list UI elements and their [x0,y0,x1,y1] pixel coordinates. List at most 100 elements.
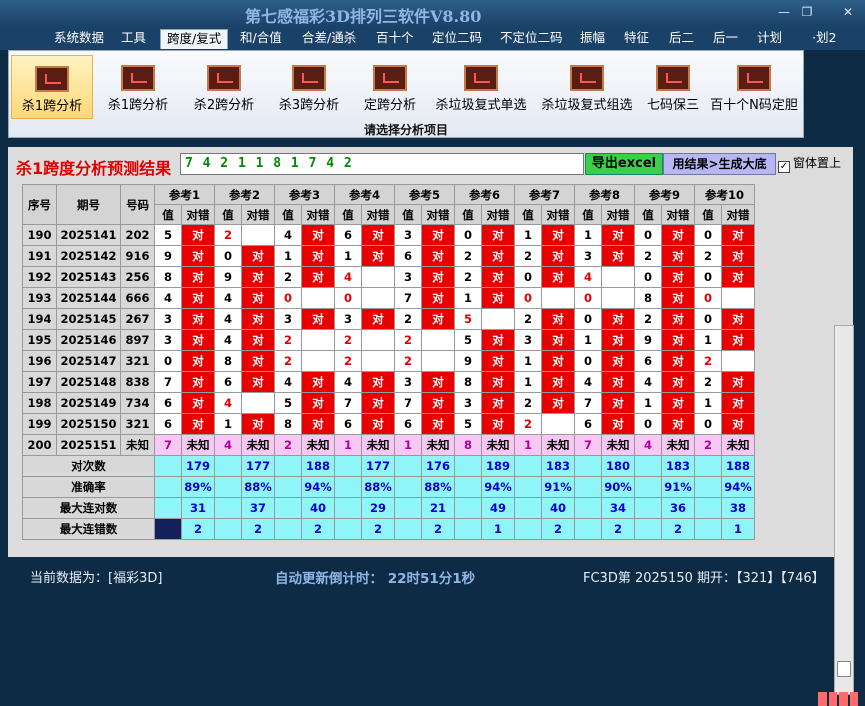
ref-result [721,287,755,309]
ref-value: 1 [694,392,722,414]
close-button[interactable]: ✕ [836,4,860,20]
stat-blank [454,455,482,477]
stat-blank [154,497,182,519]
chart-icon [737,65,771,91]
menu-bar: 系统数据 工具 跨度/复式 和/合值 合差/通杀 百十个 定位二码 不定位二码 … [0,26,865,50]
stat-value: 2 [541,518,575,540]
minimize-button[interactable]: — [772,4,796,20]
menu-plan2[interactable]: ·划2 [812,29,836,49]
stat-value: 40 [301,497,335,519]
result-field[interactable]: 7 4 2 1 1 8 1 7 4 2 [180,153,584,175]
menu-span-compound[interactable]: 跨度/复式 [160,29,229,49]
ref-result: 对 [421,245,455,267]
stat-value: 2 [661,518,695,540]
table-row[interactable]: 196 2025147 321 0 对 8 对 2 2 2 9 对 1 对 0 对 6 对 2 [22,350,755,372]
stat-value: 40 [541,497,575,519]
menu-system-data[interactable]: 系统数据 [54,29,104,49]
ref-value: 1 [214,413,242,435]
ref-result: 对 [481,266,515,288]
vertical-scrollbar[interactable] [834,325,854,695]
table-row[interactable]: 191 2025142 916 9 对 0 对 1 对 1 对 6 对 2 对 2 对 3 对 2 对 2 对 [22,245,755,267]
ribbon-kill-junk-group[interactable]: 杀垃圾复式组选 [535,55,639,119]
generate-base-button[interactable]: 用结果>生成大底 [663,153,776,175]
ref-value: 7 [154,434,182,456]
ref-result: 对 [661,224,695,246]
ref-result [301,287,335,309]
menu-last-one[interactable]: 后一 [713,29,738,49]
menu-feature[interactable]: 特征 [624,29,649,49]
ref-result: 对 [181,224,215,246]
table-row[interactable]: 198 2025149 734 6 对 4 5 对 7 对 7 对 3 对 2 对 7 对 1 对 1 对 [22,392,755,414]
table-row[interactable]: 193 2025144 666 4 对 4 对 0 0 7 对 1 对 0 0 8 对 0 [22,287,755,309]
ref-value: 1 [514,371,542,393]
ref-value: 9 [454,350,482,372]
ribbon-kill1-span-a[interactable]: 杀1跨分析 [11,55,93,119]
ref-value: 0 [454,224,482,246]
table-row[interactable]: 195 2025146 897 3 对 4 对 2 2 2 5 对 3 对 1 对 9 对 1 对 [22,329,755,351]
ref-result: 对 [661,392,695,414]
header-result: 对错 [241,204,275,225]
ref-result: 对 [661,308,695,330]
table-row-pending[interactable]: 200 2025151 未知 7 未知 4 未知 2 未知 1 未知 1 未知 8 未知 1 未知 7 未知 4 未知 2… [22,434,755,456]
row-seq: 192 [22,266,57,288]
row-seq: 197 [22,371,57,393]
stat-blank [514,455,542,477]
ref-result: 对 [661,329,695,351]
menu-amplitude[interactable]: 振幅 [580,29,605,49]
ribbon-kill1-span-b[interactable]: 杀1跨分析 [101,55,175,119]
ref-value: 2 [274,266,302,288]
header-value: 值 [454,204,482,225]
menu-last-two[interactable]: 后二 [669,29,694,49]
ref-value: 2 [514,392,542,414]
stat-value: 177 [241,455,275,477]
ref-result [421,350,455,372]
ref-result [361,287,395,309]
ref-value: 6 [574,413,602,435]
menu-diff[interactable]: 合差/通杀 [302,29,356,49]
window-title: 第七感福彩3D排列三软件V8.80 [245,7,482,26]
header-value: 值 [514,204,542,225]
export-excel-button[interactable]: 导出excel [585,153,663,175]
ref-value: 4 [214,434,242,456]
menu-nonpos-two[interactable]: 不定位二码 [500,29,563,49]
ribbon-seven-keep-three[interactable]: 七码保三 [642,55,704,119]
ref-value: 1 [514,434,542,456]
header-ref-7: 参考7 [514,184,575,205]
ribbon-kill3-span[interactable]: 杀3跨分析 [272,55,346,119]
ribbon-kill2-span[interactable]: 杀2跨分析 [187,55,261,119]
ref-result [361,350,395,372]
ribbon-bsg-n-code[interactable]: 百十个N码定胆 [707,55,801,119]
table-row[interactable]: 190 2025141 202 5 对 2 4 对 6 对 3 对 0 对 1 对 1 对 0 对 0 对 [22,224,755,246]
ref-result: 对 [601,350,635,372]
ontop-checkbox[interactable]: ✓ 窗体置上 [778,154,841,173]
header-result: 对错 [361,204,395,225]
table-row[interactable]: 199 2025150 321 6 对 1 对 8 对 6 对 6 对 5 对 2 6 对 0 对 0 对 [22,413,755,435]
menu-sum[interactable]: 和/合值 [240,29,282,49]
stat-blank [274,497,302,519]
scroll-thumb[interactable] [837,661,851,677]
stat-blank [274,476,302,498]
menu-bsg[interactable]: 百十个 [376,29,414,49]
header-value: 值 [394,204,422,225]
restore-button[interactable]: ❐ [795,4,819,20]
table-row[interactable]: 197 2025148 838 7 对 6 对 4 对 4 对 3 对 8 对 1 对 4 对 4 对 2 对 [22,371,755,393]
menu-pos-two[interactable]: 定位二码 [432,29,482,49]
stat-label: 准确率 [22,476,155,498]
ref-value: 4 [574,266,602,288]
menu-tools[interactable]: 工具 [121,29,146,49]
ref-value: 8 [454,434,482,456]
ribbon-fixed-span[interactable]: 定跨分析 [357,55,423,119]
table-row[interactable]: 194 2025145 267 3 对 4 对 3 对 3 对 2 对 5 2 对 0 对 2 对 0 对 [22,308,755,330]
table-row[interactable]: 192 2025143 256 8 对 9 对 2 对 4 3 对 2 对 0 对 4 0 对 0 对 [22,266,755,288]
ref-result: 对 [721,413,755,435]
stat-value: 183 [661,455,695,477]
status-last-draw: FC3D第 2025150 期开：【321】【746】 [583,571,825,586]
ribbon-kill-junk-single[interactable]: 杀垃圾复式单选 [429,55,533,119]
ref-value: 6 [334,224,362,246]
ref-value: 1 [574,329,602,351]
ref-value: 9 [154,245,182,267]
ref-result [541,413,575,435]
stat-label: 对次数 [22,455,155,477]
menu-plan[interactable]: 计划 [757,29,782,49]
stat-blank [694,455,722,477]
